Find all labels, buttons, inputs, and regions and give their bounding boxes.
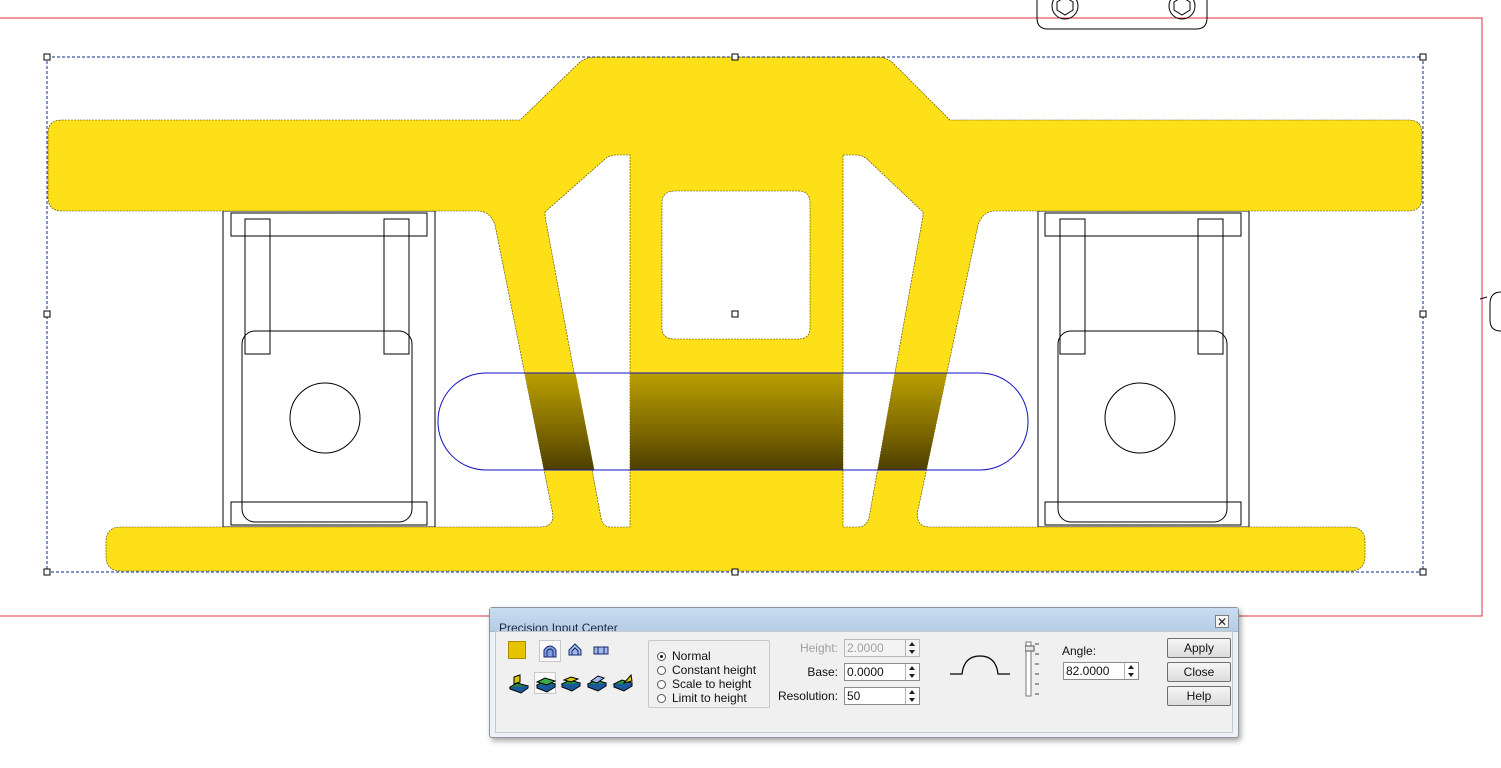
resolution-value: 50 (847, 689, 861, 703)
height-spinner[interactable] (905, 640, 919, 656)
height-mode-group: Normal Constant height Scale to height L… (648, 640, 770, 708)
radio-limit-to-height[interactable]: Limit to height (657, 691, 747, 705)
dialog-title-bar[interactable]: Precision Input Center ✕ (490, 608, 1238, 632)
partial-part-top (1036, 0, 1208, 30)
radio-constant-height[interactable]: Constant height (657, 663, 756, 677)
height-field[interactable]: 2.0000 (844, 639, 920, 657)
radio-normal[interactable]: Normal (657, 649, 711, 663)
layer-green-icon[interactable] (534, 672, 557, 694)
precision-input-center-dialog[interactable]: Precision Input Center ✕ Normal Constant… (489, 607, 1239, 738)
round-dome-icon[interactable] (539, 640, 561, 662)
radio-scale-to-height[interactable]: Scale to height (657, 677, 751, 691)
radio-label: Normal (672, 649, 711, 663)
height-label: Height: (799, 641, 838, 655)
base-spinner[interactable] (905, 664, 919, 680)
radio-dot (657, 666, 666, 675)
angle-label: Angle: (1062, 644, 1097, 658)
profile-preview-icon (950, 655, 1010, 675)
angle-value: 82.0000 (1066, 664, 1110, 678)
close-button[interactable]: Close (1167, 662, 1231, 682)
flat-bar-icon[interactable] (591, 640, 613, 662)
radio-label: Limit to height (672, 691, 747, 705)
radio-label: Constant height (672, 663, 757, 677)
height-value: 2.0000 (847, 641, 884, 655)
radio-dot (657, 680, 666, 689)
base-label: Base: (807, 665, 838, 679)
angle-spinner[interactable] (1124, 663, 1138, 679)
close-icon[interactable]: ✕ (1215, 615, 1229, 628)
apply-button[interactable]: Apply (1167, 638, 1231, 658)
edge-tick (1479, 296, 1488, 300)
partial-part-right (1489, 291, 1501, 332)
dialog-title: Precision Input Center (499, 621, 618, 631)
angle-field[interactable]: 82.0000 (1063, 662, 1139, 680)
help-button[interactable]: Help (1167, 686, 1231, 706)
pointed-dome-icon[interactable] (565, 640, 587, 662)
radio-dot (657, 652, 666, 661)
resolution-field[interactable]: 50 (844, 687, 920, 705)
right-bracket-outline (1037, 210, 1250, 528)
radio-dot (657, 694, 666, 703)
layer-stack-icon[interactable] (560, 672, 582, 694)
angle-slider[interactable] (1024, 638, 1041, 700)
radio-label: Scale to height (672, 677, 752, 691)
resolution-spinner[interactable] (905, 688, 919, 704)
extrude-icon[interactable] (508, 672, 530, 694)
layer-slant-icon[interactable] (586, 672, 608, 694)
base-value: 0.0000 (847, 665, 884, 679)
color-swatch[interactable] (508, 641, 526, 659)
left-bracket-outline (222, 210, 436, 528)
base-field[interactable]: 0.0000 (844, 663, 920, 681)
resolution-label: Resolution: (777, 689, 838, 703)
layer-wedge-icon[interactable] (612, 672, 634, 694)
